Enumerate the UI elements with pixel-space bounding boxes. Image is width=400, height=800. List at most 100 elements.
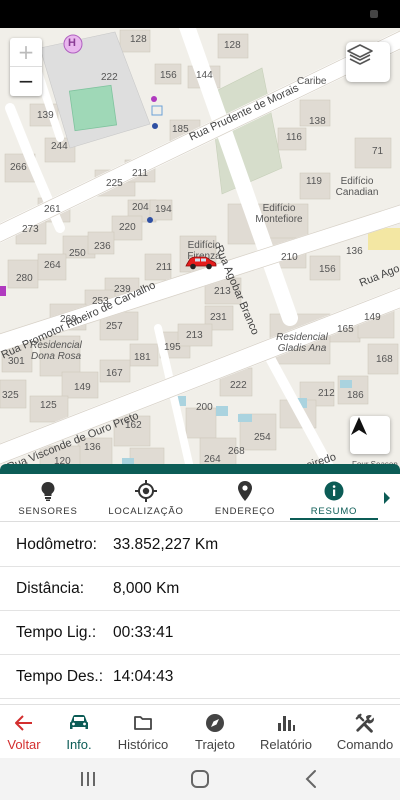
bar-chart-icon <box>278 716 295 731</box>
nav-label: Info. <box>66 737 92 752</box>
house-number: 136 <box>84 442 101 453</box>
zoom-in-button[interactable]: + <box>10 38 42 67</box>
tab-localizacao[interactable]: LOCALIZAÇÃO <box>100 474 192 522</box>
house-number: 301 <box>8 356 25 367</box>
house-number: 195 <box>164 342 181 353</box>
arrow-left-icon <box>15 715 32 731</box>
house-number: 222 <box>230 380 247 391</box>
active-tab-indicator <box>290 518 378 520</box>
nav-historico[interactable]: Histórico <box>108 705 178 759</box>
layers-icon <box>347 44 373 65</box>
house-number: 139 <box>37 110 54 121</box>
house-number: 236 <box>94 241 111 252</box>
house-number: 212 <box>318 388 335 399</box>
place-label: Residencial Gladis Ana <box>276 332 328 354</box>
house-number: 162 <box>125 420 142 431</box>
bottom-navigation: Voltar Info. Histórico Trajeto Relatório… <box>0 704 400 758</box>
gps-target-icon <box>135 480 157 502</box>
house-number: 213 <box>214 286 231 297</box>
tab-endereco[interactable]: ENDEREÇO <box>200 474 290 522</box>
summary-value: 00:33:41 <box>113 624 174 641</box>
place-label: Edifício Montefiore <box>255 203 303 225</box>
tools-icon <box>355 713 375 733</box>
navigation-arrow-icon <box>351 417 367 435</box>
house-number: 136 <box>346 246 363 257</box>
info-tabs: SENSORES LOCALIZAÇÃO ENDEREÇO RESUMO <box>0 474 400 522</box>
status-icon <box>370 10 378 18</box>
house-number: 257 <box>106 321 123 332</box>
house-number: 165 <box>337 324 354 335</box>
summary-list: Hodômetro: 33.852,227 Km Distância: 8,00… <box>0 523 400 699</box>
house-number: 244 <box>51 141 68 152</box>
nav-relatorio[interactable]: Relatório <box>254 705 318 759</box>
chevron-right-icon[interactable] <box>382 490 392 506</box>
house-number: 204 <box>132 202 149 213</box>
house-number: 138 <box>309 116 326 127</box>
summary-label: Tempo Lig.: <box>16 624 97 641</box>
tab-sensores[interactable]: SENSORES <box>8 474 88 522</box>
house-number: 273 <box>22 224 39 235</box>
summary-label: Tempo Des.: <box>16 668 104 685</box>
house-number: 116 <box>286 132 302 143</box>
house-number: 231 <box>210 312 227 323</box>
system-navigation-bar <box>0 758 400 800</box>
house-number: 269 <box>60 314 77 325</box>
house-number: 149 <box>364 312 381 323</box>
recent-apps-icon[interactable] <box>76 768 100 790</box>
house-number: 194 <box>155 204 172 215</box>
layers-button[interactable] <box>346 42 390 82</box>
nav-comando[interactable]: Comando <box>332 705 398 759</box>
nav-voltar[interactable]: Voltar <box>0 705 48 759</box>
house-number: 264 <box>44 260 61 271</box>
tab-label: ENDEREÇO <box>214 506 276 517</box>
house-number: 266 <box>10 162 27 173</box>
tab-label: SENSORES <box>18 506 78 517</box>
summary-row-odometer: Hodômetro: 33.852,227 Km <box>0 523 400 567</box>
home-icon[interactable] <box>188 768 212 790</box>
house-number: 253 <box>92 296 109 307</box>
system-back-icon[interactable] <box>300 768 324 790</box>
compass-icon <box>206 714 224 732</box>
house-number: 71 <box>372 146 384 157</box>
house-number: 268 <box>228 446 245 457</box>
zoom-out-button[interactable]: − <box>10 67 42 96</box>
map-pin-icon <box>238 481 252 501</box>
house-number: 239 <box>114 284 131 295</box>
summary-row-distance: Distância: 8,000 Km <box>0 567 400 611</box>
house-number: 261 <box>44 204 61 215</box>
place-label: Edifício Canadian <box>335 176 379 198</box>
house-number: 156 <box>319 264 336 275</box>
zoom-control: + − <box>10 38 42 96</box>
house-number: 149 <box>74 382 91 393</box>
nav-info[interactable]: Info. <box>56 705 102 759</box>
house-number: 144 <box>196 70 213 81</box>
navigation-button[interactable] <box>350 416 390 454</box>
summary-value: 33.852,227 Km <box>113 536 219 553</box>
nav-label: Trajeto <box>195 737 235 752</box>
house-number: 325 <box>2 390 19 401</box>
house-number: 222 <box>101 72 118 83</box>
house-number: 181 <box>134 352 151 363</box>
summary-value: 8,000 Km <box>113 580 180 597</box>
house-number: 211 <box>156 262 172 273</box>
tab-resumo[interactable]: RESUMO <box>290 474 378 522</box>
summary-label: Hodômetro: <box>16 536 97 553</box>
car-marker-icon[interactable] <box>185 254 217 270</box>
nav-label: Histórico <box>117 737 169 752</box>
summary-row-time-on: Tempo Lig.: 00:33:41 <box>0 611 400 655</box>
nav-trajeto[interactable]: Trajeto <box>186 705 244 759</box>
place-label: Caribe <box>297 76 327 87</box>
summary-row-time-off: Tempo Des.: 14:04:43 <box>0 655 400 699</box>
map-view[interactable]: H Rua Prudente de Morais Rua Promotor Ri… <box>0 28 400 468</box>
house-number: 225 <box>106 178 123 189</box>
nav-label: Comando <box>336 737 394 752</box>
bulb-icon <box>41 482 55 501</box>
house-number: 211 <box>132 168 148 179</box>
house-number: 128 <box>224 40 241 51</box>
tab-label: LOCALIZAÇÃO <box>108 506 184 517</box>
house-number: 167 <box>106 368 123 379</box>
house-number: 213 <box>186 330 203 341</box>
place-label: Residencial Dona Rosa <box>30 340 82 362</box>
tab-label: RESUMO <box>310 506 358 517</box>
house-number: 280 <box>16 273 33 284</box>
